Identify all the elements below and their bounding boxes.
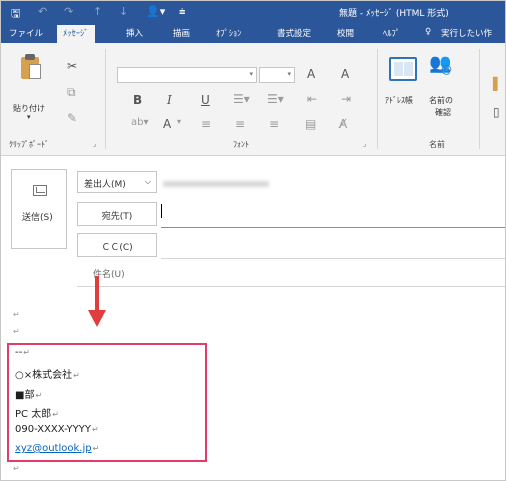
tab-help[interactable]: ﾍﾙﾌﾟ bbox=[383, 27, 400, 39]
clear-formatting-icon[interactable]: A̸ bbox=[339, 117, 347, 131]
signature-line[interactable]: ○×株式会社↵ bbox=[15, 366, 80, 381]
signature-email-link[interactable]: xyz@outlook.jp↵ bbox=[15, 443, 99, 454]
align-right-icon[interactable]: ≡ bbox=[269, 117, 279, 131]
cut-icon[interactable]: ✂ bbox=[67, 59, 77, 73]
decrease-indent-icon[interactable]: ⇤ bbox=[307, 92, 317, 106]
outlook-compose-window: 🖫 ↶ ↷ ↑ ↓ 👤▾ ⩧ 無題 - ﾒｯｾｰｼﾞ (HTML 形式) ファイ… bbox=[0, 0, 506, 481]
tab-draw[interactable]: 描画 bbox=[173, 27, 190, 39]
tell-me-search[interactable]: 実行したい作 bbox=[441, 27, 492, 39]
undo-icon[interactable]: ↶ bbox=[38, 5, 47, 18]
from-button[interactable]: 差出人(M) ⌵ bbox=[77, 171, 157, 193]
down-arrow-icon[interactable]: ↓ bbox=[119, 5, 128, 18]
tab-message[interactable]: ﾒｯｾｰｼﾞ bbox=[57, 25, 95, 43]
align-left-icon[interactable]: ≡ bbox=[201, 117, 211, 131]
address-book-icon[interactable] bbox=[389, 57, 417, 81]
ribbon-overflow-icon-2[interactable]: ▯ bbox=[493, 105, 500, 119]
tab-format-text[interactable]: 書式設定 bbox=[277, 27, 311, 39]
paragraph-mark: ↵ bbox=[13, 327, 20, 336]
tab-insert[interactable]: 挿入 bbox=[126, 27, 143, 39]
ribbon: 貼り付け ▾ ✂ ⧉ ✎ ｸﾘｯﾌﾟﾎﾞｰﾄﾞ ⌟ ▾ ▾ A A B I U … bbox=[1, 43, 505, 156]
check-names-label-2[interactable]: 確認 bbox=[435, 107, 451, 118]
underline-icon[interactable]: U bbox=[201, 93, 210, 107]
cc-field[interactable] bbox=[161, 258, 505, 259]
font-launcher-icon[interactable]: ⌟ bbox=[363, 140, 366, 148]
annotation-arrow-shaft bbox=[95, 276, 99, 314]
names-group-label: 名前 bbox=[429, 140, 445, 149]
check-names-icon[interactable]: 👥 @ bbox=[429, 53, 452, 76]
font-color-icon[interactable]: A bbox=[163, 117, 171, 131]
to-field[interactable] bbox=[161, 227, 505, 228]
send-button[interactable]: 送信(S) bbox=[11, 169, 67, 249]
bold-icon[interactable]: B bbox=[133, 93, 142, 107]
tab-options[interactable]: ｵﾌﾟｼｮﾝ bbox=[216, 27, 242, 39]
send-icon bbox=[33, 185, 47, 196]
account-icon[interactable]: 👤▾ bbox=[146, 5, 165, 18]
tab-review[interactable]: 校閲 bbox=[337, 27, 354, 39]
bullets-icon[interactable]: ☰▾ bbox=[233, 92, 250, 106]
font-group-label: ﾌｫﾝﾄ bbox=[233, 140, 249, 149]
title-bar: 🖫 ↶ ↷ ↑ ↓ 👤▾ ⩧ 無題 - ﾒｯｾｰｼﾞ (HTML 形式) bbox=[1, 1, 505, 24]
clipboard-launcher-icon[interactable]: ⌟ bbox=[93, 140, 96, 148]
italic-icon[interactable]: I bbox=[167, 93, 172, 107]
to-button[interactable]: 宛先(T) bbox=[77, 202, 157, 226]
font-color-dropdown-icon[interactable]: ▾ bbox=[177, 117, 181, 126]
signature-line[interactable]: 090-XXXX-YYYY↵ bbox=[15, 424, 99, 435]
tab-file[interactable]: ファイル bbox=[9, 27, 43, 39]
shrink-font-icon[interactable]: A bbox=[341, 67, 349, 81]
font-size-combo[interactable]: ▾ bbox=[259, 67, 295, 83]
paragraph-mark: ↵ bbox=[13, 310, 20, 319]
highlight-color-icon[interactable]: ab▾ bbox=[131, 117, 149, 128]
from-label: 差出人(M) bbox=[84, 180, 126, 190]
format-painter-icon[interactable]: ✎ bbox=[67, 111, 77, 125]
signature-line[interactable]: ■部↵ bbox=[15, 386, 42, 401]
address-book-button[interactable]: ｱﾄﾞﾚｽ帳 bbox=[385, 95, 413, 106]
clipboard-group-label: ｸﾘｯﾌﾟﾎﾞｰﾄﾞ bbox=[9, 140, 49, 149]
up-arrow-icon[interactable]: ↑ bbox=[93, 5, 102, 18]
save-icon[interactable]: 🖫 bbox=[11, 5, 20, 24]
increase-indent-icon[interactable]: ⇥ bbox=[341, 92, 351, 106]
copy-icon[interactable]: ⧉ bbox=[67, 85, 76, 100]
signature-line[interactable]: --↵ bbox=[15, 347, 30, 358]
annotation-arrow-head bbox=[88, 310, 106, 327]
numbering-icon[interactable]: ☰▾ bbox=[267, 92, 284, 106]
paragraph-mark: ↵ bbox=[13, 464, 20, 473]
justify-icon[interactable]: ▤ bbox=[305, 117, 316, 131]
customize-qat-icon[interactable]: ⩧ bbox=[179, 5, 185, 19]
align-center-icon[interactable]: ≡ bbox=[235, 117, 245, 131]
ribbon-tabs: ファイル ﾒｯｾｰｼﾞ 挿入 描画 ｵﾌﾟｼｮﾝ 書式設定 校閲 ﾍﾙﾌﾟ ♀ … bbox=[1, 23, 505, 43]
grow-font-icon[interactable]: A bbox=[307, 67, 315, 81]
signature-line[interactable]: PC 太郎↵ bbox=[15, 405, 59, 420]
font-name-combo[interactable]: ▾ bbox=[117, 67, 257, 83]
window-title: 無題 - ﾒｯｾｰｼﾞ (HTML 形式) bbox=[339, 9, 449, 19]
redo-icon[interactable]: ↷ bbox=[64, 5, 73, 18]
paste-dropdown[interactable]: ▾ bbox=[27, 113, 31, 121]
cc-button[interactable]: ＣＣ(C) bbox=[77, 233, 157, 257]
ribbon-overflow-icon[interactable]: ▌ bbox=[493, 77, 502, 91]
paste-icon[interactable] bbox=[19, 53, 41, 79]
chevron-down-icon: ⌵ bbox=[144, 177, 151, 186]
send-label: 送信(S) bbox=[22, 213, 53, 223]
from-address-redacted bbox=[163, 181, 269, 187]
subject-field[interactable] bbox=[77, 286, 505, 287]
lightbulb-icon[interactable]: ♀ bbox=[425, 27, 431, 37]
check-names-label-1[interactable]: 名前の bbox=[429, 95, 453, 106]
to-field-caret bbox=[161, 204, 162, 218]
